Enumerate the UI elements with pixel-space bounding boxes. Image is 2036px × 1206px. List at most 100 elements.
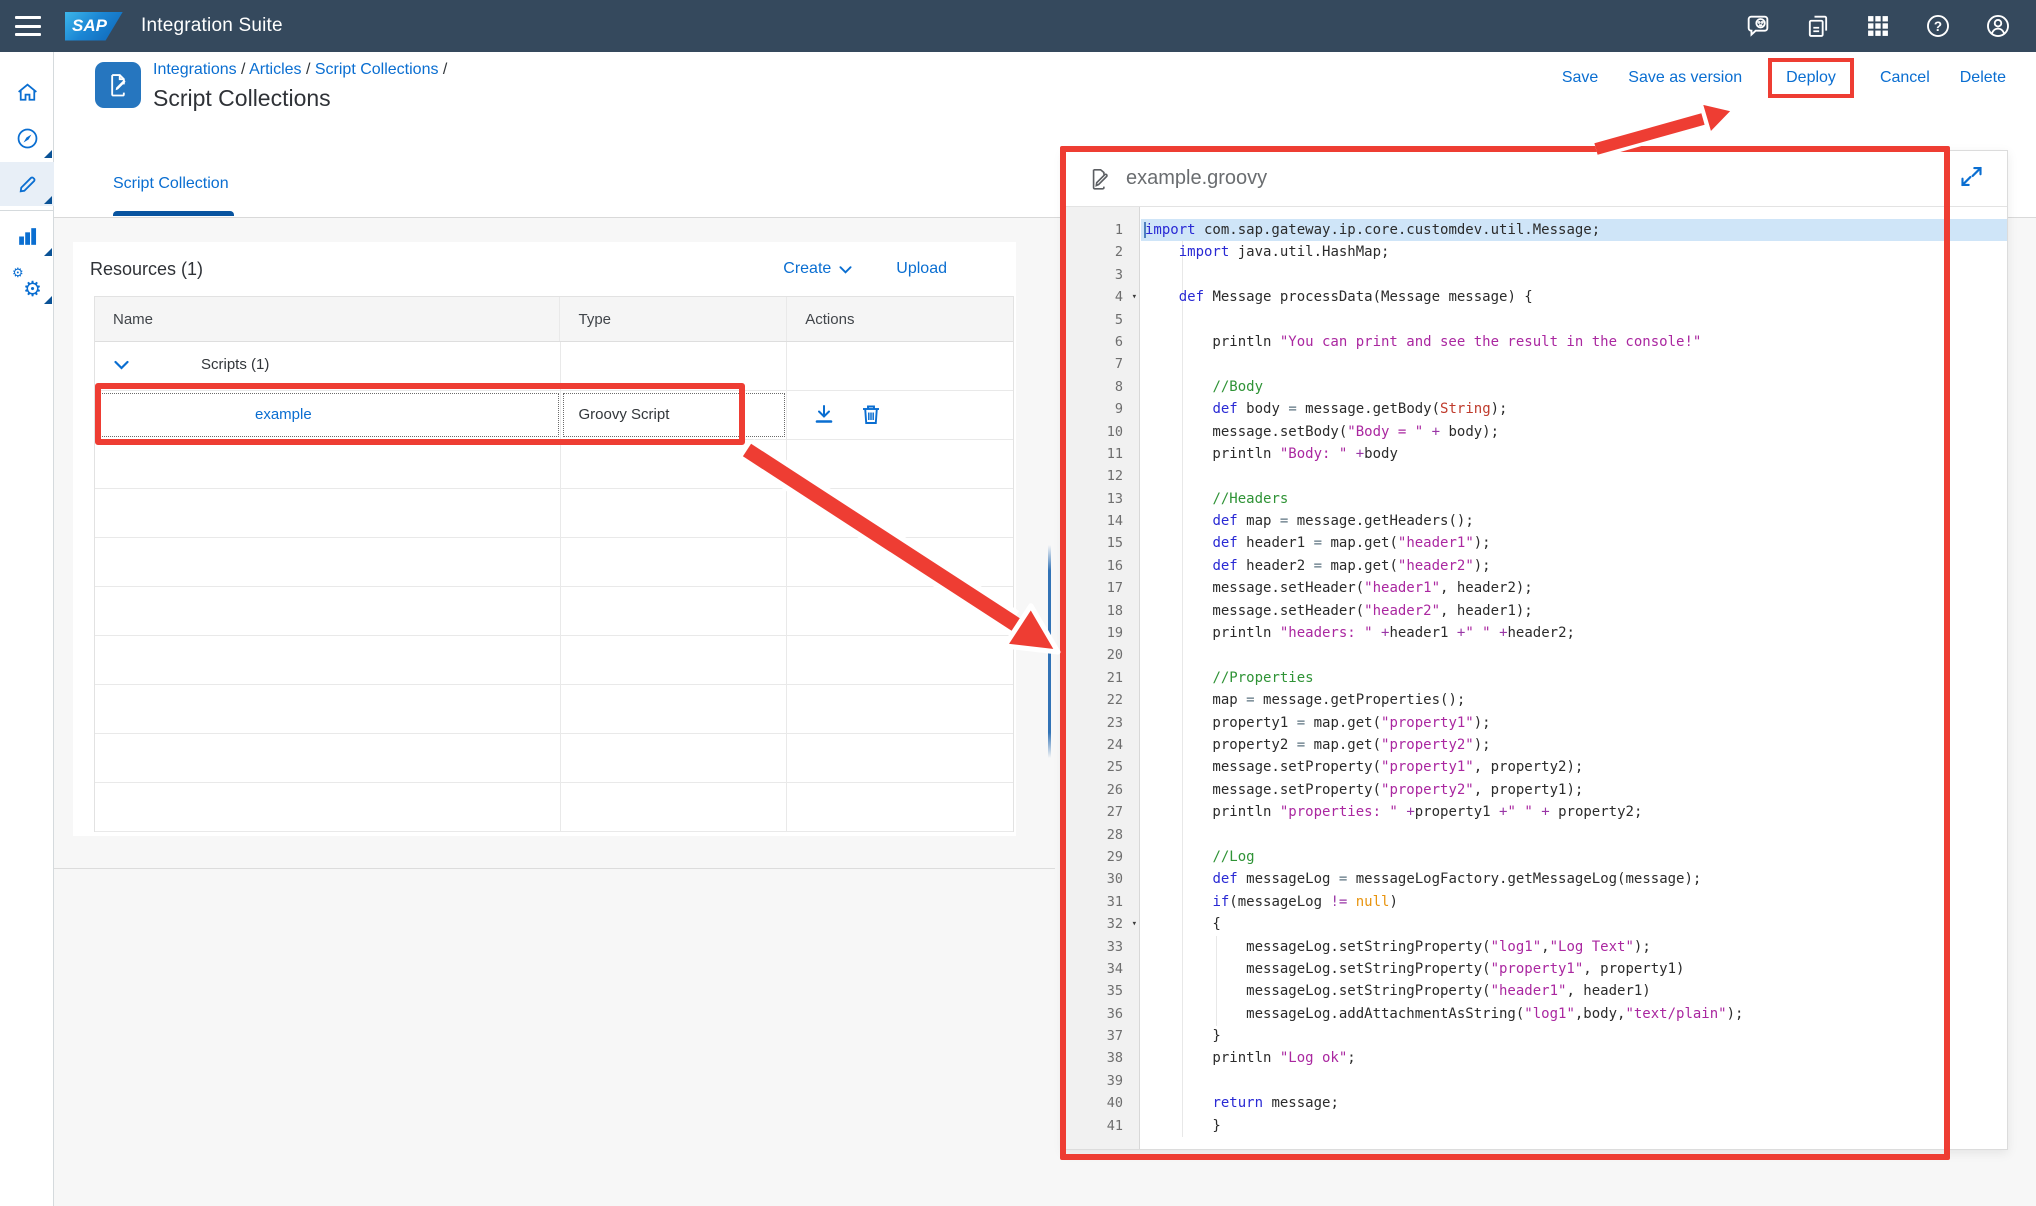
code-line[interactable]: { (1141, 913, 2007, 935)
code-line[interactable]: def header1 = map.get("header1"); (1141, 532, 2007, 554)
code-editor[interactable]: 1234▾56789101112131415161718192021222324… (1064, 207, 2007, 1149)
help-icon[interactable]: ? (1924, 12, 1952, 40)
line-number: 36 (1064, 1003, 1139, 1025)
code-line[interactable]: message.setProperty("property1", propert… (1141, 756, 2007, 778)
line-number: 9 (1064, 398, 1139, 420)
code-line[interactable]: map = message.getProperties(); (1141, 689, 2007, 711)
line-number: 41 (1064, 1115, 1139, 1137)
editor-code[interactable]: import com.sap.gateway.ip.core.customdev… (1141, 207, 2007, 1149)
code-line[interactable]: def Message processData(Message message)… (1141, 286, 2007, 308)
delete-button[interactable]: Delete (1960, 66, 2006, 90)
line-number: 4▾ (1064, 286, 1139, 308)
code-line[interactable] (1141, 309, 2007, 331)
code-line[interactable]: def header2 = map.get("header2"); (1141, 555, 2007, 577)
sap-logo[interactable]: SAP (65, 12, 123, 41)
breadcrumb-link[interactable]: Articles (249, 61, 301, 78)
create-button[interactable]: Create (783, 260, 853, 278)
code-line[interactable]: message.setHeader("header2", header1); (1141, 600, 2007, 622)
code-line[interactable] (1141, 824, 2007, 846)
line-number: 5 (1064, 309, 1139, 331)
compass-icon (15, 126, 40, 151)
code-line[interactable]: message.setHeader("header1", header2); (1141, 577, 2007, 599)
line-number: 35 (1064, 980, 1139, 1002)
sidebar-item-monitor[interactable] (0, 214, 54, 258)
code-line[interactable]: message.setProperty("property2", propert… (1141, 779, 2007, 801)
code-line[interactable]: messageLog.setStringProperty("log1","Log… (1141, 936, 2007, 958)
line-number: 33 (1064, 936, 1139, 958)
cancel-button[interactable]: Cancel (1880, 66, 1930, 90)
column-header-name[interactable]: Name (95, 297, 560, 341)
line-number: 37 (1064, 1025, 1139, 1047)
shell-title: Integration Suite (141, 15, 283, 37)
breadcrumb-link[interactable]: Integrations (153, 61, 237, 78)
gears-icon: ⚙⚙ (14, 271, 40, 297)
expand-icon[interactable] (1958, 163, 1985, 195)
line-number: 15 (1064, 532, 1139, 554)
code-line[interactable]: println "You can print and see the resul… (1141, 331, 2007, 353)
collapse-chevron-icon[interactable] (113, 358, 130, 377)
line-number: 12 (1064, 465, 1139, 487)
code-line[interactable]: messageLog.setStringProperty("header1", … (1141, 980, 2007, 1002)
code-line[interactable]: println "Log ok"; (1141, 1047, 2007, 1069)
code-line[interactable]: } (1141, 1115, 2007, 1137)
code-line[interactable] (1141, 264, 2007, 286)
code-line[interactable]: //Properties (1141, 667, 2007, 689)
fold-marker[interactable]: ▾ (1132, 286, 1137, 308)
fold-marker[interactable]: ▾ (1132, 913, 1137, 935)
editor-panel: example.groovy 1234▾56789101112131415161… (1063, 150, 2008, 1150)
code-line[interactable]: println "properties: " +property1 +" " +… (1141, 801, 2007, 823)
line-number: 30 (1064, 868, 1139, 890)
code-line[interactable]: property2 = map.get("property2"); (1141, 734, 2007, 756)
breadcrumb-link[interactable]: Script Collections (315, 61, 439, 78)
code-line[interactable]: //Body (1141, 376, 2007, 398)
code-line[interactable]: def messageLog = messageLogFactory.getMe… (1141, 868, 2007, 890)
splitter-scrollbar[interactable] (1048, 545, 1051, 758)
code-line[interactable]: messageLog.addAttachmentAsString("log1",… (1141, 1003, 2007, 1025)
code-line[interactable]: import com.sap.gateway.ip.core.customdev… (1141, 219, 2007, 241)
upload-button[interactable]: Upload (896, 260, 947, 278)
code-line[interactable]: def map = message.getHeaders(); (1141, 510, 2007, 532)
code-line[interactable]: def body = message.getBody(String); (1141, 398, 2007, 420)
app-grid-icon[interactable] (1864, 12, 1892, 40)
tab-script-collection[interactable]: Script Collection (113, 151, 229, 217)
sidebar-item-home[interactable] (0, 70, 54, 114)
column-header-actions[interactable]: Actions (787, 297, 1013, 341)
code-line[interactable] (1141, 1070, 2007, 1092)
code-line[interactable]: messageLog.setStringProperty("property1"… (1141, 958, 2007, 980)
line-number: 39 (1064, 1070, 1139, 1092)
code-line[interactable]: if(messageLog != null) (1141, 891, 2007, 913)
code-line[interactable]: println "headers: " +header1 +" " +heade… (1141, 622, 2007, 644)
code-line[interactable]: property1 = map.get("property1"); (1141, 712, 2007, 734)
profile-icon[interactable] (1984, 12, 2012, 40)
content-divider (54, 868, 1055, 869)
sidebar-item-discover[interactable] (0, 116, 54, 160)
code-line[interactable]: message.setBody("Body = " + body); (1141, 421, 2007, 443)
code-line[interactable] (1141, 353, 2007, 375)
table-row-example[interactable]: example Groovy Script (95, 391, 1013, 440)
save-as-version-button[interactable]: Save as version (1628, 66, 1742, 90)
line-number: 21 (1064, 667, 1139, 689)
code-line[interactable] (1141, 465, 2007, 487)
deploy-button[interactable]: Deploy (1786, 69, 1836, 86)
menu-icon[interactable] (15, 16, 41, 36)
save-button[interactable]: Save (1562, 66, 1598, 90)
line-number: 11 (1064, 443, 1139, 465)
code-line[interactable]: println "Body: " +body (1141, 443, 2007, 465)
code-line[interactable]: //Headers (1141, 488, 2007, 510)
code-line[interactable] (1141, 644, 2007, 666)
sidebar-divider (0, 210, 54, 211)
trash-icon[interactable] (858, 402, 884, 428)
line-number: 40 (1064, 1092, 1139, 1114)
code-line[interactable]: import java.util.HashMap; (1141, 241, 2007, 263)
code-line[interactable]: return message; (1141, 1092, 2007, 1114)
download-icon[interactable] (811, 402, 837, 428)
feedback-icon[interactable] (1744, 12, 1772, 40)
sidebar-item-design[interactable] (0, 162, 54, 206)
code-line[interactable]: } (1141, 1025, 2007, 1047)
sidebar-item-settings[interactable]: ⚙⚙ (0, 262, 54, 306)
column-header-type[interactable]: Type (560, 297, 787, 341)
copy-icon[interactable] (1804, 12, 1832, 40)
line-number: 8 (1064, 376, 1139, 398)
code-line[interactable]: //Log (1141, 846, 2007, 868)
resource-name-link[interactable]: example (255, 406, 312, 423)
